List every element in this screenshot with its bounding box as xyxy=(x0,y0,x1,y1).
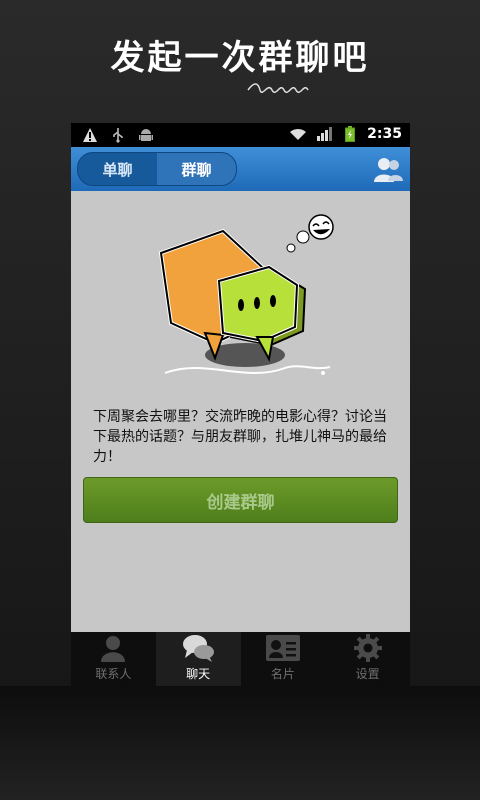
person-icon xyxy=(101,636,126,662)
status-bar: 2:35 xyxy=(71,123,410,147)
nav-label-chat: 聊天 xyxy=(186,667,211,681)
nav-label-contacts: 联系人 xyxy=(95,667,132,681)
clock: 2:35 xyxy=(367,126,402,142)
promo-title: 发起一次群聊吧 xyxy=(110,38,370,78)
floor-shadow xyxy=(0,686,480,800)
tab-single-chat[interactable]: 单聊 xyxy=(78,153,157,185)
battery-icon xyxy=(341,125,359,143)
chat-mode-switch: 单聊 群聊 xyxy=(77,152,237,186)
group-chat-description: 下周聚会去哪里？交流昨晚的电影心得？讨论当下最热的话题？与朋友群聊，扎堆儿神马的… xyxy=(93,409,387,465)
tab-group-chat[interactable]: 群聊 xyxy=(157,153,236,185)
main-content: 下周聚会去哪里？交流昨晚的电影心得？讨论当下最热的话题？与朋友群聊，扎堆儿神马的… xyxy=(71,191,410,632)
phone-screen: 2:35 单聊 群聊 下周聚会去哪里？交流昨晚的电影心得？讨论当下最热的话题？与… xyxy=(71,123,410,686)
group-chat-illustration xyxy=(158,214,334,375)
nav-item-contacts[interactable]: 联系人 xyxy=(71,632,156,686)
nav-item-chat[interactable]: 聊天 xyxy=(155,632,241,686)
card-icon xyxy=(265,635,300,661)
nav-label-card: 名片 xyxy=(270,667,295,681)
squiggle-decoration xyxy=(247,83,309,93)
nav-item-card[interactable]: 名片 xyxy=(241,632,326,686)
signal-icon xyxy=(315,125,333,143)
warning-icon xyxy=(81,126,99,144)
usb-icon xyxy=(109,126,127,144)
nav-item-settings[interactable]: 设置 xyxy=(325,632,410,686)
chat-bubbles-icon xyxy=(183,635,215,662)
android-icon xyxy=(137,126,155,144)
bottom-nav: 联系人 聊天 名片 设置 xyxy=(71,632,410,686)
title-bar: 单聊 群聊 xyxy=(71,147,410,191)
create-group-chat-button[interactable]: 创建群聊 xyxy=(83,477,398,523)
gear-icon xyxy=(353,634,382,662)
nav-label-settings: 设置 xyxy=(355,667,380,681)
contacts-icon[interactable] xyxy=(372,153,404,185)
wifi-icon xyxy=(289,125,307,143)
